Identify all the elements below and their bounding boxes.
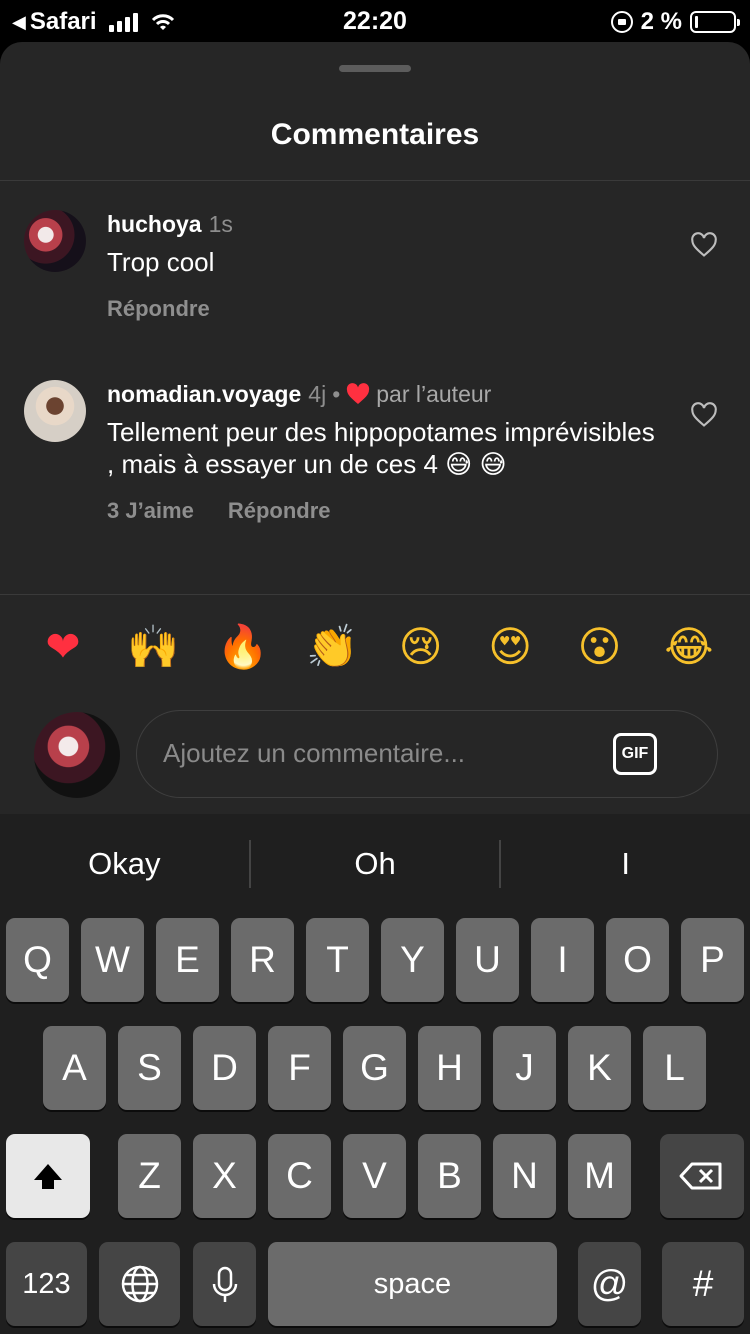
comment-time: 1s <box>208 211 233 237</box>
fire-emoji-button[interactable]: 🔥 <box>217 622 269 672</box>
avatar[interactable] <box>24 380 86 442</box>
backspace-icon <box>679 1162 722 1190</box>
comment-text: Trop cool <box>107 247 215 277</box>
current-user-avatar <box>34 712 120 798</box>
key-v[interactable]: V <box>343 1134 406 1218</box>
hash-key[interactable]: # <box>662 1242 744 1326</box>
space-key[interactable]: space <box>268 1242 557 1326</box>
key-m[interactable]: M <box>568 1134 631 1218</box>
key-f[interactable]: F <box>268 1026 331 1110</box>
suggestion-item[interactable]: I <box>501 814 750 910</box>
shift-key[interactable] <box>6 1134 90 1218</box>
status-bar: ◀ Safari 22:20 2 % <box>0 0 750 42</box>
key-e[interactable]: E <box>156 918 219 1002</box>
divider <box>0 180 750 181</box>
key-h[interactable]: H <box>418 1026 481 1110</box>
likes-count[interactable]: 3 J’aime <box>107 498 194 524</box>
key-d[interactable]: D <box>193 1026 256 1110</box>
heart-outline-icon[interactable] <box>690 402 718 428</box>
key-r[interactable]: R <box>231 918 294 1002</box>
key-g[interactable]: G <box>343 1026 406 1110</box>
key-o[interactable]: O <box>606 918 669 1002</box>
key-t[interactable]: T <box>306 918 369 1002</box>
key-u[interactable]: U <box>456 918 519 1002</box>
key-b[interactable]: B <box>418 1134 481 1218</box>
dictation-key[interactable] <box>193 1242 256 1326</box>
delete-key[interactable] <box>660 1134 744 1218</box>
microphone-icon <box>212 1266 237 1302</box>
avatar[interactable] <box>24 210 86 272</box>
comment-username[interactable]: huchoya <box>107 210 202 238</box>
surprised-emoji-button[interactable]: 😮 <box>575 622 625 672</box>
comment-time: 4j <box>308 381 327 407</box>
key-y[interactable]: Y <box>381 918 444 1002</box>
key-s[interactable]: S <box>118 1026 181 1110</box>
heart-emoji-button[interactable]: ❤ <box>38 622 88 672</box>
liked-by-author-label: par l’auteur <box>376 381 492 407</box>
key-x[interactable]: X <box>193 1134 256 1218</box>
key-j[interactable]: J <box>493 1026 556 1110</box>
sheet-grabber[interactable] <box>339 65 411 72</box>
comment-input-placeholder: Ajoutez un commentaire... <box>163 738 466 768</box>
comment-input[interactable]: Ajoutez un commentaire... GIF <box>136 710 718 798</box>
keyboard: Okay Oh I Q W E R T Y U I O P A S D F G … <box>0 814 750 1334</box>
orientation-lock-icon <box>610 11 633 33</box>
at-key[interactable]: @ <box>578 1242 641 1326</box>
heart-outline-icon[interactable] <box>690 232 718 258</box>
comments-sheet: Commentaires huchoya 1s Trop cool Répond… <box>0 42 750 814</box>
key-w[interactable]: W <box>81 918 144 1002</box>
key-p[interactable]: P <box>681 918 744 1002</box>
gif-button[interactable]: GIF <box>613 733 657 775</box>
key-z[interactable]: Z <box>118 1134 181 1218</box>
suggestion-bar: Okay Oh I <box>0 814 750 910</box>
battery-percent: 2 % <box>640 8 682 35</box>
shift-arrow-icon <box>34 1164 62 1189</box>
crying-emoji-button[interactable]: 😢 <box>396 622 446 672</box>
heart-filled-icon <box>347 383 370 404</box>
meta-separator: • <box>332 381 341 407</box>
key-n[interactable]: N <box>493 1134 556 1218</box>
key-k[interactable]: K <box>568 1026 631 1110</box>
comment-composer: Ajoutez un commentaire... GIF <box>0 710 750 800</box>
heart-eyes-emoji-button[interactable]: 😍 <box>485 622 535 672</box>
suggestion-item[interactable]: Oh <box>251 814 500 910</box>
globe-icon <box>121 1265 158 1303</box>
raised-hands-emoji-button[interactable]: 🙌 <box>127 622 179 672</box>
clap-emoji-button[interactable]: 👏 <box>306 622 358 672</box>
comment-username[interactable]: nomadian.voyage <box>107 380 301 408</box>
key-l[interactable]: L <box>643 1026 706 1110</box>
key-a[interactable]: A <box>43 1026 106 1110</box>
comment-text: Tellement peur des hippopotames imprévis… <box>107 417 655 479</box>
globe-key[interactable] <box>99 1242 180 1326</box>
reply-button[interactable]: Répondre <box>228 498 331 524</box>
numbers-key[interactable]: 123 <box>6 1242 87 1326</box>
key-q[interactable]: Q <box>6 918 69 1002</box>
battery-icon <box>690 11 740 33</box>
laughing-emoji-button[interactable]: 😂 <box>664 622 714 672</box>
divider <box>0 594 750 595</box>
reply-button[interactable]: Répondre <box>107 296 210 322</box>
key-c[interactable]: C <box>268 1134 331 1218</box>
quick-reactions: ❤ 🙌 🔥 👏 😢 😍 😮 😂 <box>38 622 714 672</box>
sheet-title: Commentaires <box>270 118 480 151</box>
key-i[interactable]: I <box>531 918 594 1002</box>
suggestion-item[interactable]: Okay <box>0 814 249 910</box>
